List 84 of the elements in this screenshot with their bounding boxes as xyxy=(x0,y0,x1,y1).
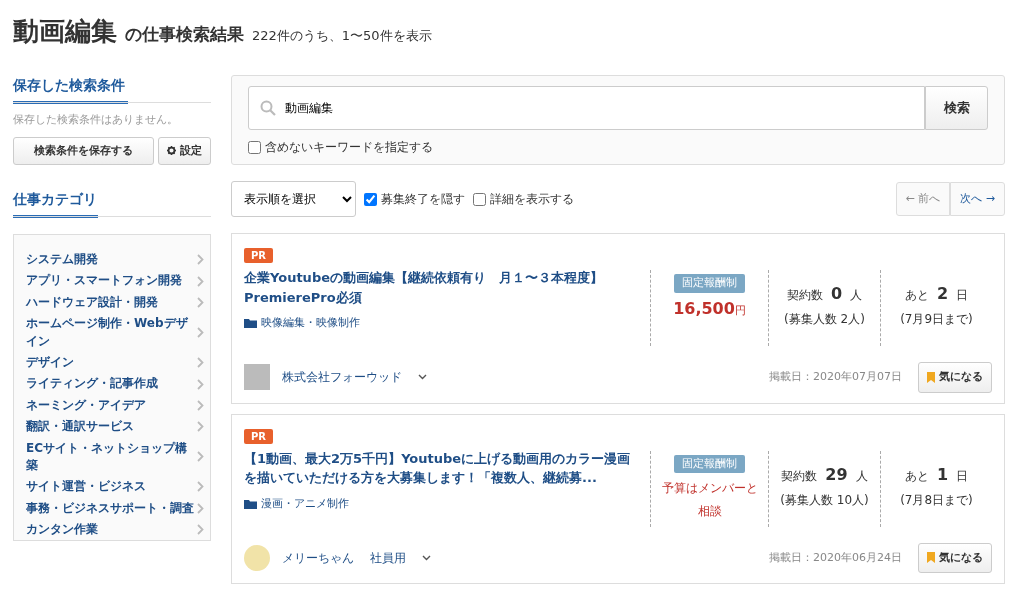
deadline-unit: 日 xyxy=(956,287,969,304)
category-link[interactable]: ECサイト・ネットショップ構築 xyxy=(14,437,210,477)
contracts-label: 契約数 xyxy=(786,287,823,304)
avatar-placeholder xyxy=(244,364,270,391)
category-link[interactable]: ハードウェア設計・開発 xyxy=(14,291,210,314)
contracts-note: (募集人数 10人) xyxy=(779,491,870,509)
category-link[interactable]: デザイン xyxy=(14,351,210,374)
heading-suffix: の仕事検索結果 xyxy=(125,23,244,46)
caret-down-icon[interactable] xyxy=(418,374,427,381)
client-name-link[interactable]: 株式会社フォーウッド xyxy=(282,368,402,387)
pr-badge: PR xyxy=(244,248,274,263)
checkbox[interactable] xyxy=(364,192,377,206)
category-link[interactable]: 映像編集・映像制作 xyxy=(261,315,360,332)
chevron-right-icon xyxy=(197,327,204,339)
chevron-right-icon xyxy=(197,357,204,369)
chevron-right-icon xyxy=(197,481,204,493)
deadline-count: 1 xyxy=(936,463,949,486)
search-keyword-heading: 動画編集 xyxy=(13,15,117,48)
checkbox-label: 募集終了を隠す xyxy=(381,191,465,208)
category-link[interactable]: システム開発 xyxy=(14,249,210,271)
settings-button[interactable]: 設定 xyxy=(158,136,211,165)
chevron-right-icon xyxy=(197,275,204,287)
search-icon xyxy=(260,100,276,116)
bookmark-icon xyxy=(927,552,935,564)
category-link[interactable]: サイト運営・ビジネス xyxy=(14,476,210,498)
next-page-button[interactable]: 次へ → xyxy=(950,181,1005,217)
chevron-right-icon xyxy=(197,502,204,514)
category-link[interactable]: ネーミング・アイデア xyxy=(14,394,210,417)
deadline-note: (7月8日まで) xyxy=(899,491,974,509)
budget-text: 予算はメンバーと相談 xyxy=(660,480,759,520)
gear-icon xyxy=(167,146,176,156)
chevron-right-icon xyxy=(197,524,204,536)
category-link[interactable]: 翻訳・通訳サービス xyxy=(14,416,210,438)
result-count: 222件のうち、1〜50件を表示 xyxy=(252,27,432,45)
chevron-right-icon xyxy=(197,399,204,411)
sort-select[interactable]: 表示順を選択 xyxy=(231,181,356,217)
pr-badge: PR xyxy=(244,428,274,444)
client-tag[interactable]: 社員用 xyxy=(370,548,406,567)
contracts-unit: 人 xyxy=(850,287,863,304)
checkbox[interactable] xyxy=(248,140,261,154)
chevron-right-icon xyxy=(197,451,204,463)
contracts-label: 契約数 xyxy=(781,467,818,485)
deadline-label: あと xyxy=(904,467,929,485)
deadline-note: (7月9日まで) xyxy=(899,311,974,328)
category-link[interactable]: 事務・ビジネスサポート・調査 xyxy=(14,497,210,520)
chevron-right-icon xyxy=(197,421,204,433)
contracts-unit: 人 xyxy=(855,467,868,485)
folder-icon xyxy=(244,498,257,509)
budget-amount: 16,500 xyxy=(673,298,735,318)
avatar-placeholder xyxy=(244,544,270,571)
category-link[interactable]: ホームページ制作・Webデザイン xyxy=(14,313,210,352)
deadline-count: 2 xyxy=(936,283,949,305)
empty-message: 保存した検索条件はありません。 xyxy=(13,112,179,128)
chevron-right-icon xyxy=(197,296,204,308)
category-link[interactable]: カンタン作業 xyxy=(14,519,210,541)
bookmark-button[interactable]: 気になる xyxy=(918,542,992,574)
search-field[interactable]: 動画編集 xyxy=(248,86,925,130)
checkbox[interactable] xyxy=(473,192,486,206)
contracts-note: (募集人数 2人) xyxy=(783,311,866,328)
posted-date: 掲載日：2020年07月07日 xyxy=(769,369,902,385)
caret-down-icon[interactable] xyxy=(422,554,431,561)
job-title-link[interactable]: 【1動画、最大2万5千円】Youtubeに上げる動画用のカラー漫画を描いていただける方を大募集します！「複数人、継続募... xyxy=(244,448,634,488)
folder-icon xyxy=(244,318,257,329)
category-link[interactable]: ライティング・記事作成 xyxy=(14,373,210,395)
search-button[interactable]: 検索 xyxy=(925,86,988,130)
chevron-right-icon xyxy=(197,378,204,390)
save-search-button[interactable]: 検索条件を保存する xyxy=(13,136,154,165)
category-link[interactable]: アプリ・スマートフォン開発 xyxy=(14,270,210,292)
deadline-unit: 日 xyxy=(956,467,969,485)
pay-type-badge: 固定報酬制 xyxy=(674,274,745,293)
chevron-right-icon xyxy=(197,254,204,266)
checkbox-label: 含めないキーワードを指定する xyxy=(265,139,433,156)
deadline-label: あと xyxy=(904,287,929,304)
bookmark-icon xyxy=(927,371,935,383)
contracts-count: 29 xyxy=(825,463,848,486)
category-link[interactable]: 漫画・アニメ制作 xyxy=(261,495,349,512)
posted-date: 掲載日：2020年06月24日 xyxy=(769,549,902,566)
checkbox-label: 詳細を表示する xyxy=(490,191,574,208)
contracts-count: 0 xyxy=(830,283,843,305)
bookmark-button[interactable]: 気になる xyxy=(918,362,992,393)
pay-type-badge: 固定報酬制 xyxy=(674,454,745,473)
client-name-link[interactable]: メリーちゃん xyxy=(282,548,354,567)
job-title-link[interactable]: 企業Youtubeの動画編集【継続依頼有り 月１〜３本程度】PremierePro必須 xyxy=(244,268,634,307)
budget-unit: 円 xyxy=(734,303,746,317)
